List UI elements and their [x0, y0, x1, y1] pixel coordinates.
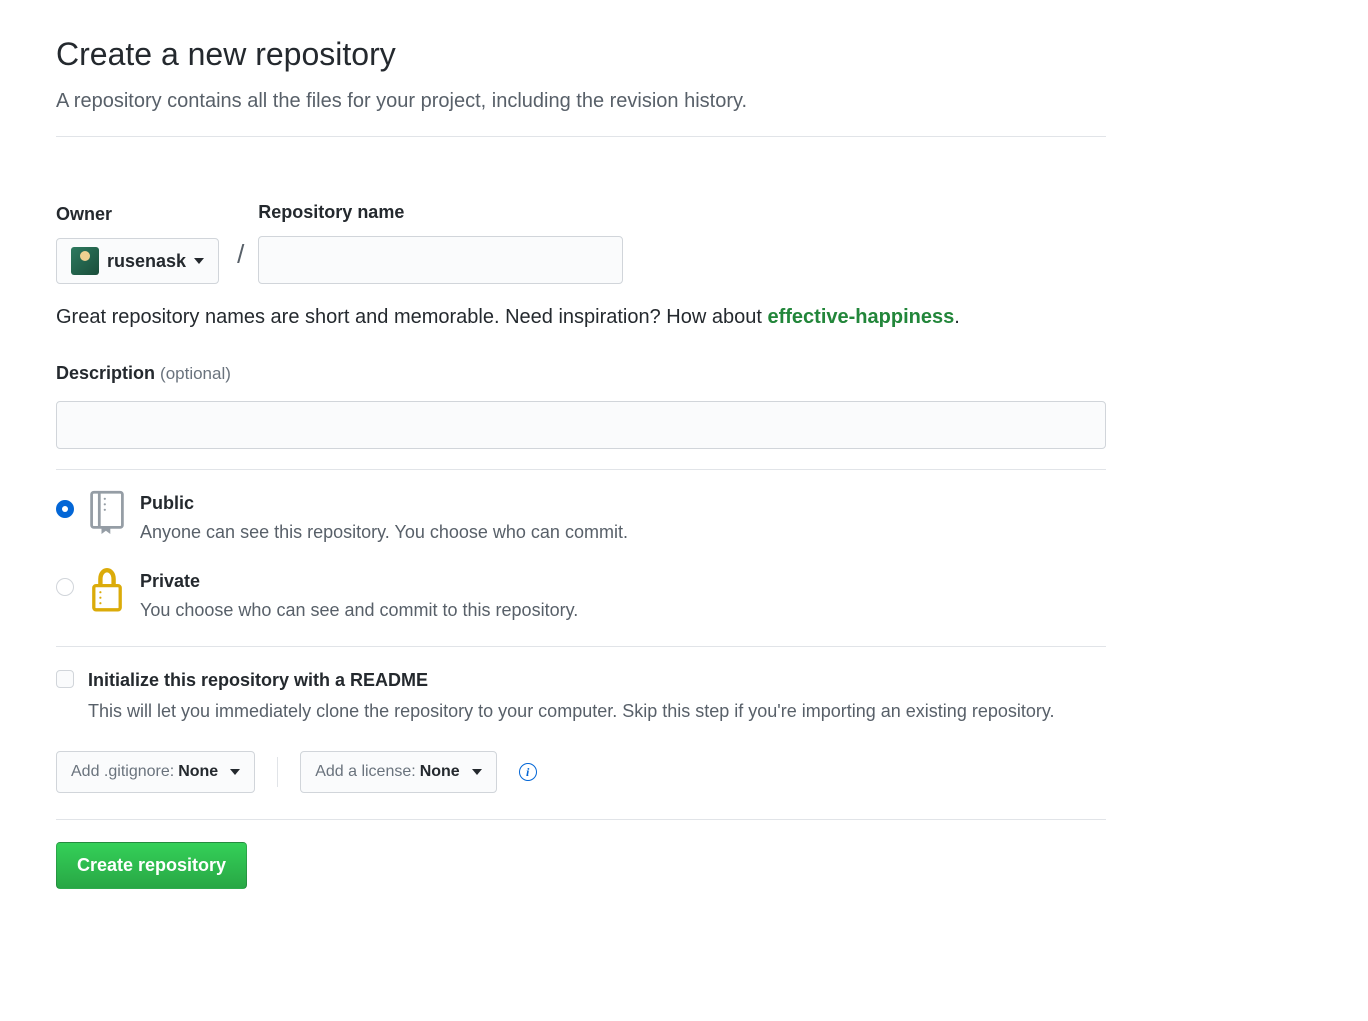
private-radio[interactable] — [56, 578, 74, 596]
public-title: Public — [140, 490, 628, 517]
divider — [56, 819, 1106, 820]
repo-name-label: Repository name — [258, 199, 623, 226]
repo-name-input[interactable] — [258, 236, 623, 284]
vertical-divider — [277, 757, 278, 787]
info-icon[interactable]: i — [519, 763, 537, 781]
owner-select[interactable]: rusenask — [56, 238, 219, 284]
init-readme-checkbox[interactable] — [56, 670, 74, 688]
repo-icon — [88, 490, 126, 534]
description-label: Description (optional) — [56, 360, 1106, 387]
create-repository-button[interactable]: Create repository — [56, 842, 247, 889]
avatar-icon — [71, 247, 99, 275]
page-title: Create a new repository — [56, 30, 1106, 78]
inspiration-text: Great repository names are short and mem… — [56, 302, 1106, 332]
chevron-down-icon — [472, 769, 482, 775]
public-desc: Anyone can see this repository. You choo… — [140, 519, 628, 546]
private-title: Private — [140, 568, 578, 595]
divider — [56, 136, 1106, 137]
lock-icon — [88, 568, 126, 612]
description-input[interactable] — [56, 401, 1106, 449]
init-readme-desc: This will let you immediately clone the … — [88, 698, 1055, 725]
divider — [56, 469, 1106, 470]
init-readme-title: Initialize this repository with a README — [88, 667, 1055, 694]
private-desc: You choose who can see and commit to thi… — [140, 597, 578, 624]
gitignore-select[interactable]: Add .gitignore: None — [56, 751, 255, 793]
suggestion-link[interactable]: effective-happiness — [767, 306, 954, 328]
chevron-down-icon — [230, 769, 240, 775]
slash-separator: / — [231, 235, 246, 284]
owner-username: rusenask — [107, 248, 186, 275]
chevron-down-icon — [194, 258, 204, 264]
public-radio[interactable] — [56, 500, 74, 518]
license-select[interactable]: Add a license: None — [300, 751, 497, 793]
owner-label: Owner — [56, 201, 219, 228]
page-subtitle: A repository contains all the files for … — [56, 86, 1106, 116]
divider — [56, 646, 1106, 647]
